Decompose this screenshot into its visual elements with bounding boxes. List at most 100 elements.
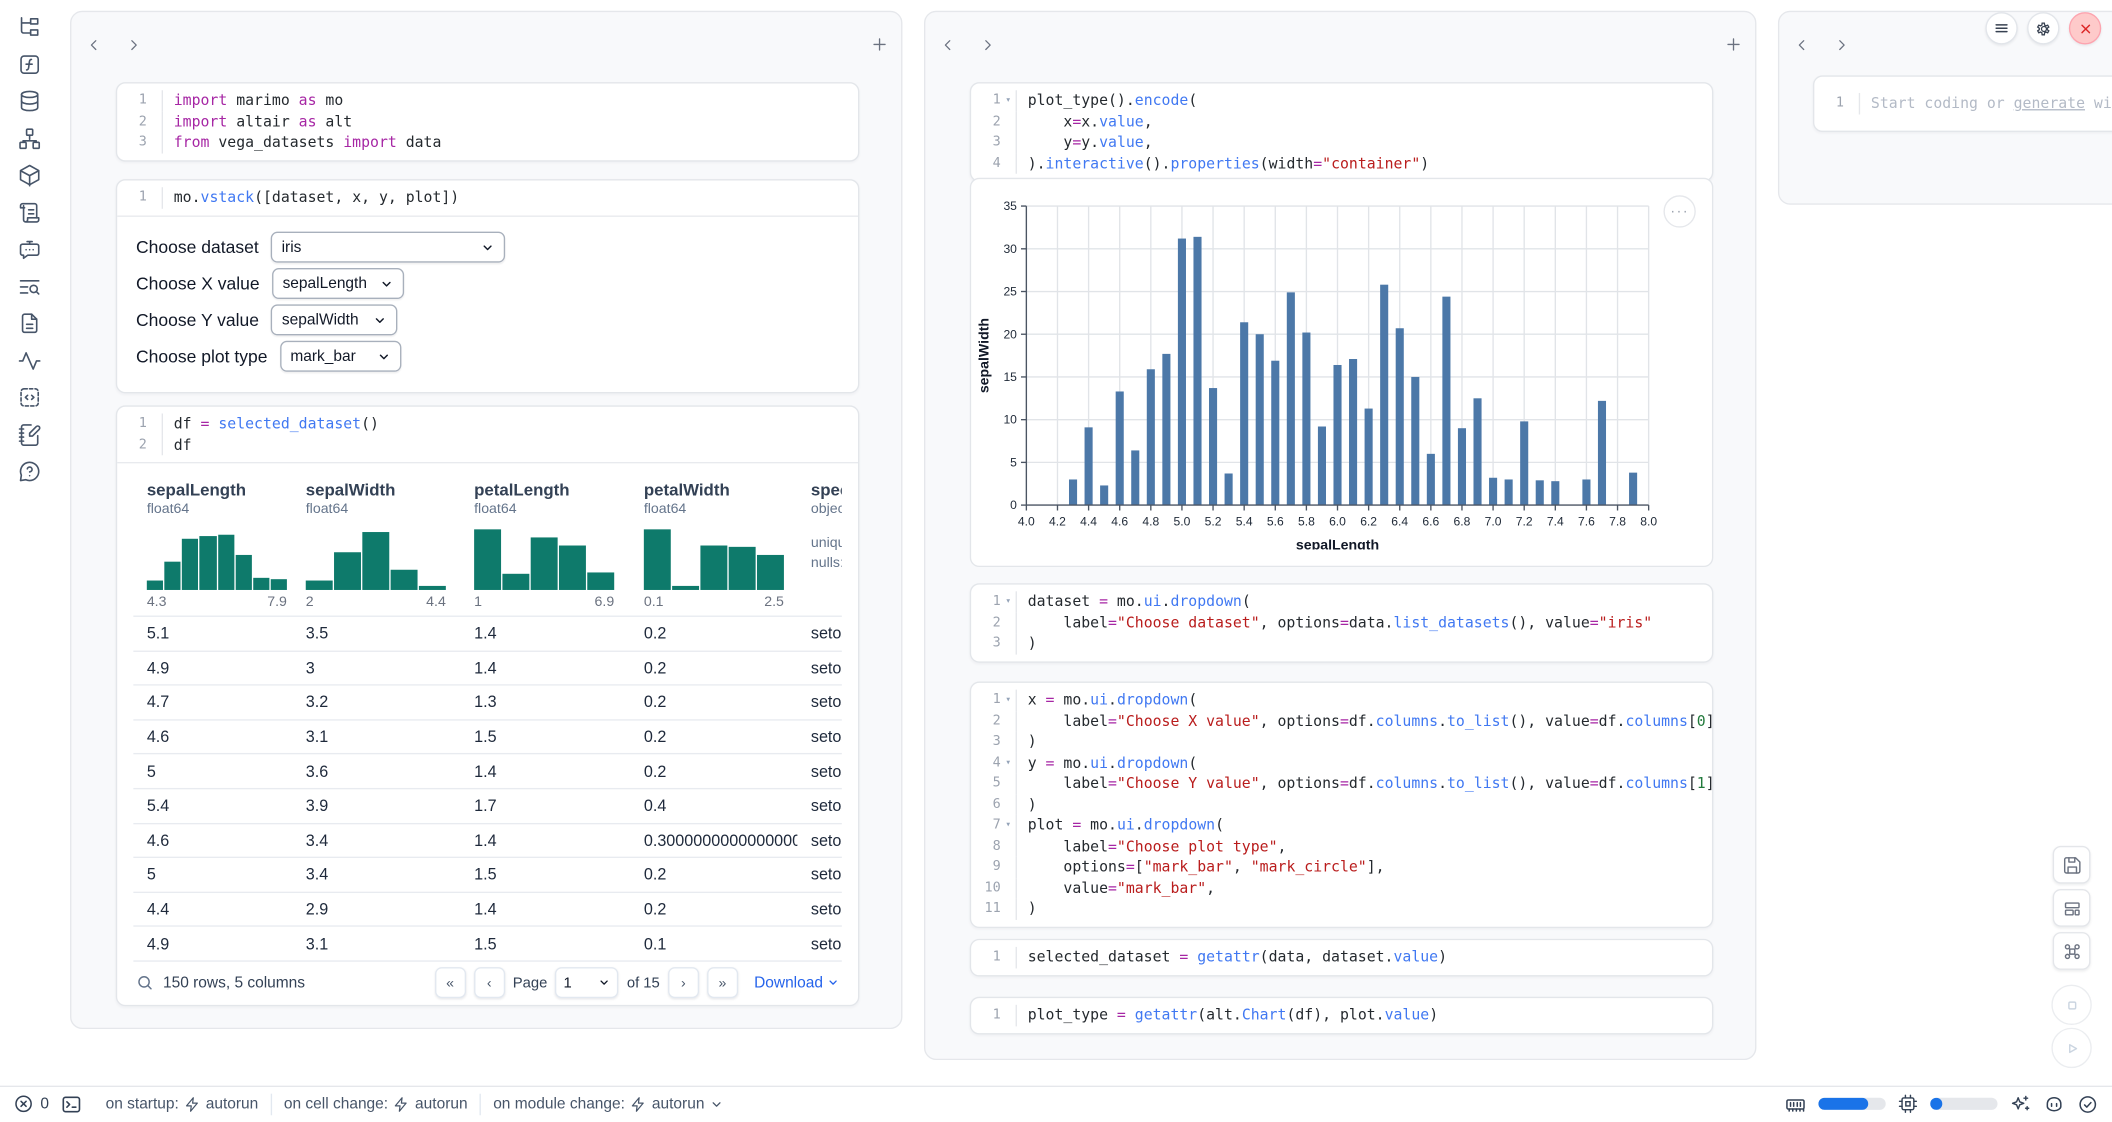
code-cell-plot-type: 1plot_type = getattr(alt.Chart(df), plot…: [970, 997, 1714, 1034]
svg-text:sepalWidth: sepalWidth: [976, 318, 992, 393]
zap-icon: [630, 1096, 646, 1112]
add-cell-button[interactable]: [869, 34, 891, 56]
on-cell-change-setting[interactable]: on cell change: autorun: [284, 1096, 468, 1112]
page-number-select[interactable]: 1: [555, 968, 618, 999]
database-icon[interactable]: [18, 89, 42, 113]
column-header[interactable]: sepalLengthfloat644.37.9: [133, 480, 292, 611]
ai-sparkles-button[interactable]: [2010, 1093, 2032, 1115]
column-collapse-left-icon[interactable]: [1790, 34, 1812, 56]
code-square-icon[interactable]: [18, 385, 42, 409]
settings-gear-button[interactable]: [2027, 12, 2059, 44]
on-module-change-setting[interactable]: on module change: autorun: [493, 1096, 723, 1112]
text-search-icon[interactable]: [18, 274, 42, 298]
on-startup-setting[interactable]: on startup: autorun: [106, 1096, 259, 1112]
row-count-summary: 150 rows, 5 columns: [163, 975, 305, 991]
command-shortcuts-button[interactable]: [2053, 932, 2091, 970]
package-icon[interactable]: [18, 163, 42, 187]
next-page-button[interactable]: ›: [668, 968, 699, 999]
table-row[interactable]: 4.42.91.40.2setosa: [133, 891, 841, 925]
table-row[interactable]: 53.41.50.2setosa: [133, 857, 841, 891]
add-cell-button[interactable]: [1723, 34, 1745, 56]
y-value-select[interactable]: sepalWidth: [271, 304, 398, 335]
svg-text:20: 20: [1003, 327, 1017, 341]
code-editor[interactable]: 1df = selected_dataset()2df: [117, 407, 858, 464]
prev-page-button[interactable]: ‹: [474, 968, 505, 999]
column-header[interactable]: petalWidthfloat640.12.5: [630, 480, 797, 611]
code-editor[interactable]: 1▾x = mo.ui.dropdown(2 label="Choose X v…: [971, 683, 1712, 926]
svg-text:4.0: 4.0: [1018, 514, 1035, 528]
table-row[interactable]: 4.93.11.50.1setosa: [133, 926, 841, 960]
code-editor-placeholder[interactable]: 1Start coding or generate with AI: [1814, 77, 2112, 130]
help-message-icon[interactable]: [18, 459, 42, 483]
table-row[interactable]: 4.63.11.50.2setosa: [133, 719, 841, 753]
table-row[interactable]: 4.931.40.2setosa: [133, 650, 841, 684]
code-editor[interactable]: 1▾plot_type().encode(2 x=x.value,3 y=y.v…: [971, 84, 1712, 181]
column-header[interactable]: speciesobjectunique:nulls:: [797, 480, 841, 611]
code-editor[interactable]: 1selected_dataset = getattr(data, datase…: [971, 940, 1712, 974]
download-link[interactable]: Download: [754, 975, 839, 991]
y-value-row: Choose Y value sepalWidth: [136, 305, 839, 335]
x-value-select[interactable]: sepalLength: [272, 268, 404, 299]
code-editor[interactable]: 1▾dataset = mo.ui.dropdown(2 label="Choo…: [971, 585, 1712, 661]
svg-text:6.0: 6.0: [1329, 514, 1346, 528]
notebook-pen-icon[interactable]: [18, 422, 42, 446]
plot-type-select[interactable]: mark_bar: [280, 341, 401, 372]
svg-text:7.2: 7.2: [1516, 514, 1533, 528]
svg-text:5.2: 5.2: [1205, 514, 1222, 528]
chart-menu-button[interactable]: ···: [1663, 195, 1695, 227]
column-1-header: [71, 12, 901, 66]
code-editor[interactable]: 1mo.vstack([dataset, x, y, plot]): [117, 180, 858, 216]
empty-code-cell: 1Start coding or generate with AI: [1813, 75, 2112, 131]
table-row[interactable]: 5.13.51.40.2setosa: [133, 616, 841, 650]
divider: [270, 1093, 271, 1115]
terminal-button[interactable]: [61, 1093, 83, 1115]
close-button[interactable]: [2069, 12, 2101, 44]
search-icon[interactable]: [136, 974, 154, 992]
error-count-badge[interactable]: 0: [13, 1094, 49, 1114]
column-expand-right-icon[interactable]: [977, 34, 999, 56]
dataset-select[interactable]: iris: [271, 232, 505, 263]
divider: [480, 1093, 481, 1115]
table-row[interactable]: 5.43.91.70.4setosa: [133, 788, 841, 822]
table-row[interactable]: 4.73.21.30.2setosa: [133, 684, 841, 718]
svg-text:5: 5: [1010, 455, 1017, 469]
stop-run-button[interactable]: [2051, 985, 2091, 1025]
column-header[interactable]: sepalWidthfloat6424.4: [292, 480, 460, 611]
x-value-label: Choose X value: [136, 273, 260, 293]
save-button[interactable]: [2053, 846, 2091, 884]
file-text-icon[interactable]: [18, 311, 42, 335]
page-label: Page: [513, 975, 548, 991]
table-row[interactable]: 53.61.40.2setosa: [133, 753, 841, 787]
code-editor[interactable]: 1plot_type = getattr(alt.Chart(df), plot…: [971, 998, 1712, 1032]
sepal-bar-chart[interactable]: 4.04.24.44.64.85.05.25.45.65.86.06.26.46…: [975, 191, 1702, 549]
network-icon[interactable]: [18, 126, 42, 150]
first-page-button[interactable]: «: [435, 968, 466, 999]
layout-panels-button[interactable]: [2053, 889, 2091, 927]
activity-icon[interactable]: [18, 348, 42, 372]
code-cell-plot: 1▾plot_type().encode(2 x=x.value,3 y=y.v…: [970, 82, 1714, 182]
code-editor[interactable]: 1import marimo as mo2import altair as al…: [117, 84, 858, 160]
svg-text:35: 35: [1003, 199, 1017, 213]
column-expand-right-icon[interactable]: [1830, 34, 1852, 56]
run-all-button[interactable]: [2051, 1028, 2091, 1068]
file-tree-icon[interactable]: [18, 15, 42, 39]
svg-text:5.6: 5.6: [1267, 514, 1284, 528]
column-header[interactable]: petalLengthfloat6416.9: [461, 480, 631, 611]
column-collapse-left-icon[interactable]: [936, 34, 958, 56]
column-collapse-left-icon[interactable]: [82, 34, 104, 56]
column-expand-right-icon[interactable]: [123, 34, 145, 56]
connection-check-button[interactable]: [2077, 1093, 2099, 1115]
function-square-icon[interactable]: [18, 52, 42, 76]
plot-type-label: Choose plot type: [136, 346, 267, 366]
last-page-button[interactable]: »: [707, 968, 738, 999]
menu-button[interactable]: [1985, 12, 2017, 44]
scroll-text-icon[interactable]: [18, 200, 42, 224]
dropdown-controls: Choose dataset iris Choose X value sepal…: [117, 216, 858, 391]
table-footer: 150 rows, 5 columns « ‹ Page 1 of 15 › »…: [133, 960, 841, 1004]
code-cell-imports: 1import marimo as mo2import altair as al…: [116, 82, 860, 161]
table-row[interactable]: 4.63.41.40.30000000000000004setosa: [133, 822, 841, 856]
svg-text:15: 15: [1003, 370, 1017, 384]
code-cell-xy-plot-dropdowns: 1▾x = mo.ui.dropdown(2 label="Choose X v…: [970, 682, 1714, 928]
bot-message-icon[interactable]: [18, 237, 42, 261]
copilot-button[interactable]: [2043, 1093, 2065, 1115]
